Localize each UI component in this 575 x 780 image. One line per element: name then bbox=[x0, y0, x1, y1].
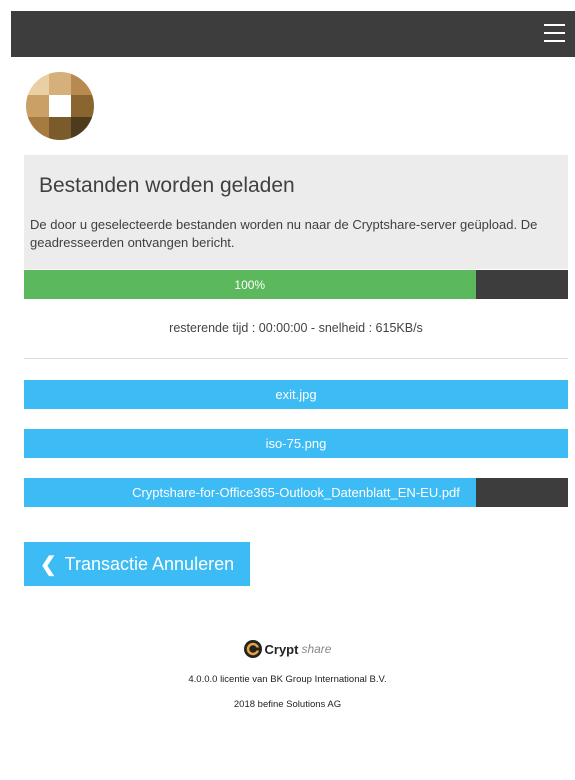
brand-text-italic: share bbox=[301, 642, 332, 656]
brand-text-bold: Crypt bbox=[264, 641, 299, 657]
cryptshare-mark-icon bbox=[243, 640, 262, 658]
transfer-status-text: resterende tijd : 00:00:00 - snelheid : … bbox=[169, 321, 423, 335]
file-name: exit.jpg bbox=[275, 387, 317, 402]
file-progress-row: iso-75.png bbox=[24, 429, 568, 458]
panel-title: Bestanden worden geladen bbox=[39, 174, 295, 197]
file-name: iso-75.png bbox=[265, 436, 327, 451]
progress-fill: 100% bbox=[24, 270, 476, 299]
footer-brand-logo: Crypt share bbox=[0, 640, 575, 658]
file-progress-row: exit.jpg bbox=[24, 380, 568, 409]
upload-page: Bestanden worden geladen De door u gesel… bbox=[0, 0, 575, 780]
hamburger-menu-icon[interactable] bbox=[544, 24, 565, 42]
license-text: 4.0.0.0 licentie van BK Group Internatio… bbox=[188, 674, 387, 685]
total-progress-bar: 100% bbox=[24, 270, 568, 299]
top-navigation-bar bbox=[11, 11, 575, 57]
file-name: Cryptshare-for-Office365-Outlook_Datenbl… bbox=[132, 485, 460, 500]
cancel-transaction-button[interactable]: ❮ Transactie Annuleren bbox=[24, 542, 250, 586]
copyright-text: 2018 befine Solutions AG bbox=[233, 699, 342, 710]
divider bbox=[24, 358, 568, 359]
upload-status-panel: Bestanden worden geladen De door u gesel… bbox=[24, 155, 568, 269]
panel-description: De door u geselecteerde bestanden worden… bbox=[30, 217, 538, 250]
chevron-left-icon: ❮ bbox=[39, 553, 57, 576]
cancel-button-label: Transactie Annuleren bbox=[64, 553, 235, 574]
cryptshare-logo bbox=[26, 72, 94, 140]
file-progress-row: Cryptshare-for-Office365-Outlook_Datenbl… bbox=[24, 478, 568, 507]
